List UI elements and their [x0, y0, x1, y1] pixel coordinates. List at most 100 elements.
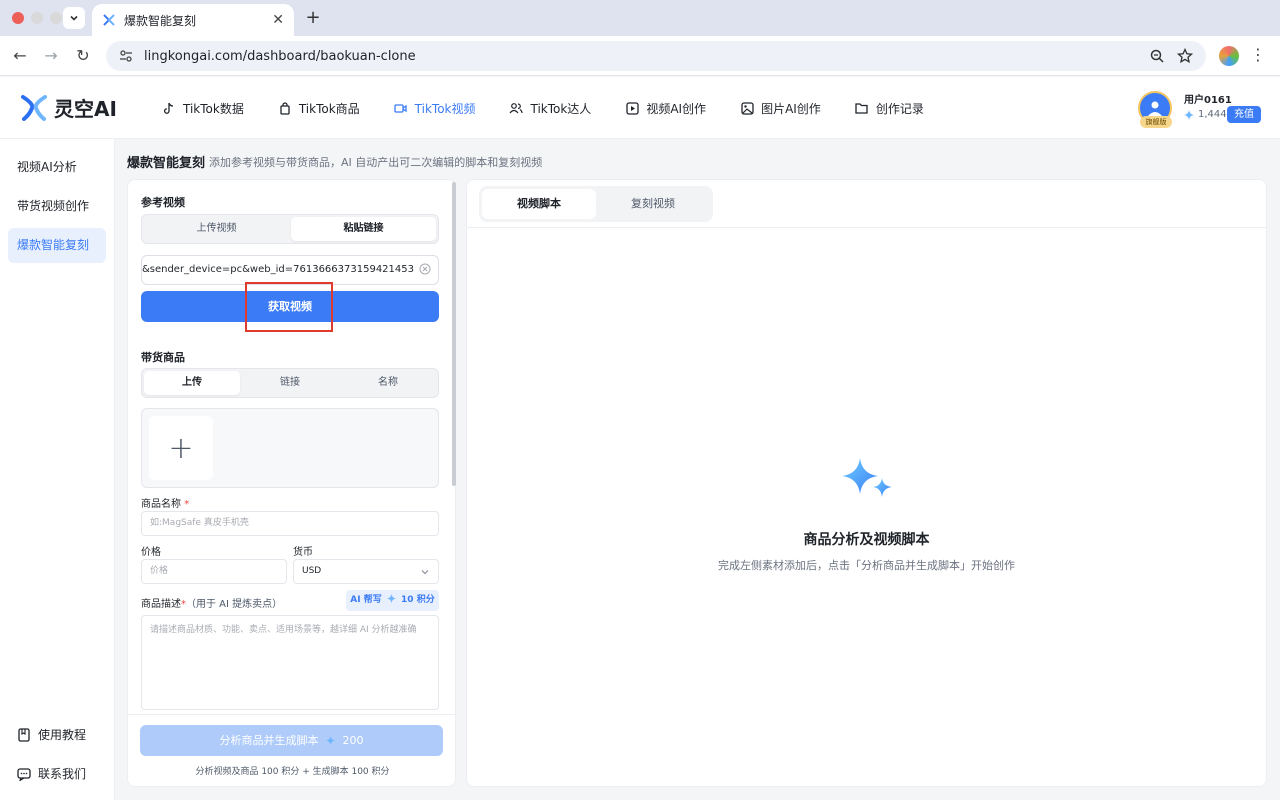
- address-bar[interactable]: lingkongai.com/dashboard/baokuan-clone: [106, 41, 1206, 71]
- recharge-button[interactable]: 充值: [1227, 106, 1261, 123]
- nav-label: TikTok数据: [183, 101, 244, 116]
- ai-write-button[interactable]: AI 帮写 10 积分: [346, 590, 439, 611]
- browser-profile-avatar[interactable]: [1219, 46, 1239, 66]
- currency-value: USD: [302, 566, 322, 576]
- product-name-label: 商品名称 *: [141, 499, 190, 510]
- sparkles-icon: [842, 458, 892, 497]
- nav-tiktok-videos[interactable]: TikTok视频: [394, 100, 476, 117]
- site-info-icon[interactable]: [118, 48, 134, 64]
- video-icon: [394, 101, 408, 115]
- nav-tiktok-creators[interactable]: TikTok达人: [509, 100, 591, 117]
- product-desc-label: 商品描述*（用于 AI 提炼卖点）: [141, 599, 283, 610]
- forward-icon[interactable]: →: [40, 45, 62, 67]
- nav-tiktok-data[interactable]: TikTok数据: [162, 100, 244, 117]
- sidebar-item-smart-clone[interactable]: 爆款智能复刻: [8, 228, 106, 263]
- window-minimize-button[interactable]: [31, 12, 43, 24]
- sidebar: 视频AI分析 带货视频创作 爆款智能复刻 使用教程 联系我们: [0, 139, 115, 800]
- add-image-button[interactable]: +: [149, 416, 213, 480]
- generate-script-button[interactable]: 分析商品并生成脚本 200: [140, 725, 443, 756]
- sparkle-icon: [1184, 109, 1194, 120]
- browser-toolbar: ← → ↻ lingkongai.com/dashboard/baokuan-c…: [0, 36, 1280, 76]
- lingkong-logo-icon: [21, 94, 47, 121]
- tab-product-upload[interactable]: 上传: [144, 371, 240, 395]
- sidebar-item-video-analysis[interactable]: 视频AI分析: [8, 150, 106, 185]
- nav-label: 创作记录: [875, 101, 924, 116]
- tab-video-script[interactable]: 视频脚本: [482, 189, 596, 219]
- divider: [467, 227, 1266, 228]
- product-name-input[interactable]: 如:MagSafe 真皮手机壳: [141, 511, 439, 536]
- price-input[interactable]: 价格: [141, 559, 287, 584]
- sparkle-icon: [326, 736, 335, 745]
- sparkle-icon: [386, 594, 396, 603]
- folder-icon: [855, 101, 869, 115]
- reload-icon[interactable]: ↻: [72, 45, 94, 67]
- tab-close-icon[interactable]: ✕: [272, 12, 284, 28]
- sidebar-tutorial-link[interactable]: 使用教程: [17, 726, 86, 743]
- bookmark-star-icon[interactable]: [1176, 47, 1194, 65]
- sidebar-footer-label: 使用教程: [38, 728, 87, 742]
- cost-note: 分析视频及商品 100 积分 + 生成脚本 100 积分: [195, 767, 390, 777]
- nav-label: TikTok视频: [414, 101, 476, 116]
- browser-tab[interactable]: 爆款智能复刻 ✕: [92, 4, 294, 36]
- window-close-button[interactable]: [12, 12, 24, 24]
- reference-source-tabs: 上传视频 粘贴链接: [141, 214, 439, 244]
- plus-icon: +: [168, 430, 194, 466]
- tab-paste-link[interactable]: 粘贴链接: [291, 217, 436, 241]
- nav-label: TikTok达人: [530, 101, 592, 116]
- credits-display: 1,444: [1184, 109, 1227, 120]
- image-icon: [740, 101, 754, 115]
- ai-write-label: AI 帮写: [350, 595, 382, 605]
- output-panel: 视频脚本 复刻视频 商品分析及视频脚本 完成左侧素材添加后，点击「分析商品并生成…: [466, 179, 1267, 787]
- chevron-down-icon: [70, 15, 78, 21]
- tab-upload-video[interactable]: 上传视频: [144, 217, 289, 241]
- user-panel[interactable]: 旗舰版 用户0161 1,444 充值: [1138, 89, 1268, 129]
- chat-icon: [17, 767, 31, 781]
- logo-text: 灵空AI: [54, 97, 117, 121]
- ai-write-cost: 10 积分: [401, 595, 435, 605]
- empty-state-description: 完成左侧素材添加后，点击「分析商品并生成脚本」开始创作: [718, 559, 1015, 572]
- page-title: 爆款智能复刻: [127, 156, 206, 171]
- tab-product-link[interactable]: 链接: [242, 371, 338, 395]
- tab-title: 爆款智能复刻: [124, 13, 197, 28]
- nav-tiktok-products[interactable]: TikTok商品: [278, 100, 360, 117]
- back-icon[interactable]: ←: [9, 45, 31, 67]
- main-nav: TikTok数据 TikTok商品 TikTok视频 TikTok达人 视频AI…: [162, 77, 958, 139]
- product-label: 带货商品: [141, 351, 185, 364]
- tab-product-name[interactable]: 名称: [340, 371, 436, 395]
- nav-label: TikTok商品: [298, 101, 360, 116]
- clear-input-icon[interactable]: [419, 263, 431, 275]
- product-desc-textarea[interactable]: 请描述商品材质、功能、卖点、适用场景等，越详细 AI 分析越准确: [141, 615, 439, 710]
- currency-select[interactable]: USD: [293, 559, 439, 584]
- window-zoom-button[interactable]: [50, 12, 62, 24]
- tab-search-button[interactable]: [63, 7, 85, 29]
- generate-label: 分析商品并生成脚本: [219, 734, 319, 747]
- empty-state-title: 商品分析及视频脚本: [803, 532, 930, 548]
- generate-cost: 200: [342, 734, 364, 747]
- tab-cloned-video[interactable]: 复刻视频: [596, 189, 710, 219]
- nav-video-ai[interactable]: 视频AI创作: [625, 100, 706, 117]
- url-text: lingkongai.com/dashboard/baokuan-clone: [144, 48, 416, 64]
- nav-image-ai[interactable]: 图片AI创作: [740, 100, 821, 117]
- new-tab-button[interactable]: +: [302, 7, 324, 28]
- product-image-upload-area: +: [141, 408, 439, 488]
- credits-value: 1,444: [1198, 109, 1227, 120]
- page-subtitle: 添加参考视频与带货商品，AI 自动产出可二次编辑的脚本和复刻视频: [209, 156, 543, 169]
- users-icon: [509, 101, 524, 115]
- browser-menu-icon[interactable]: ⋮: [1250, 45, 1266, 64]
- nav-history[interactable]: 创作记录: [855, 100, 924, 117]
- play-square-icon: [625, 101, 639, 115]
- app-logo[interactable]: 灵空AI: [20, 93, 117, 122]
- sidebar-contact-link[interactable]: 联系我们: [17, 765, 86, 782]
- tiktok-icon: [162, 101, 176, 115]
- chevron-down-icon: [421, 570, 429, 575]
- panel-scrollbar[interactable]: [452, 182, 456, 486]
- sidebar-item-video-creation[interactable]: 带货视频创作: [8, 189, 106, 224]
- nav-label: 图片AI创作: [761, 101, 821, 116]
- nav-label: 视频AI创作: [646, 101, 707, 116]
- currency-label: 货币: [293, 547, 313, 558]
- zoom-icon[interactable]: [1148, 47, 1166, 65]
- video-url-input[interactable]: vebapp=1&sender_device=pc&web_id=7613666…: [141, 255, 439, 285]
- plan-badge: 旗舰版: [1140, 116, 1172, 128]
- sidebar-footer-label: 联系我们: [38, 767, 87, 781]
- highlight-annotation-box: [245, 282, 333, 332]
